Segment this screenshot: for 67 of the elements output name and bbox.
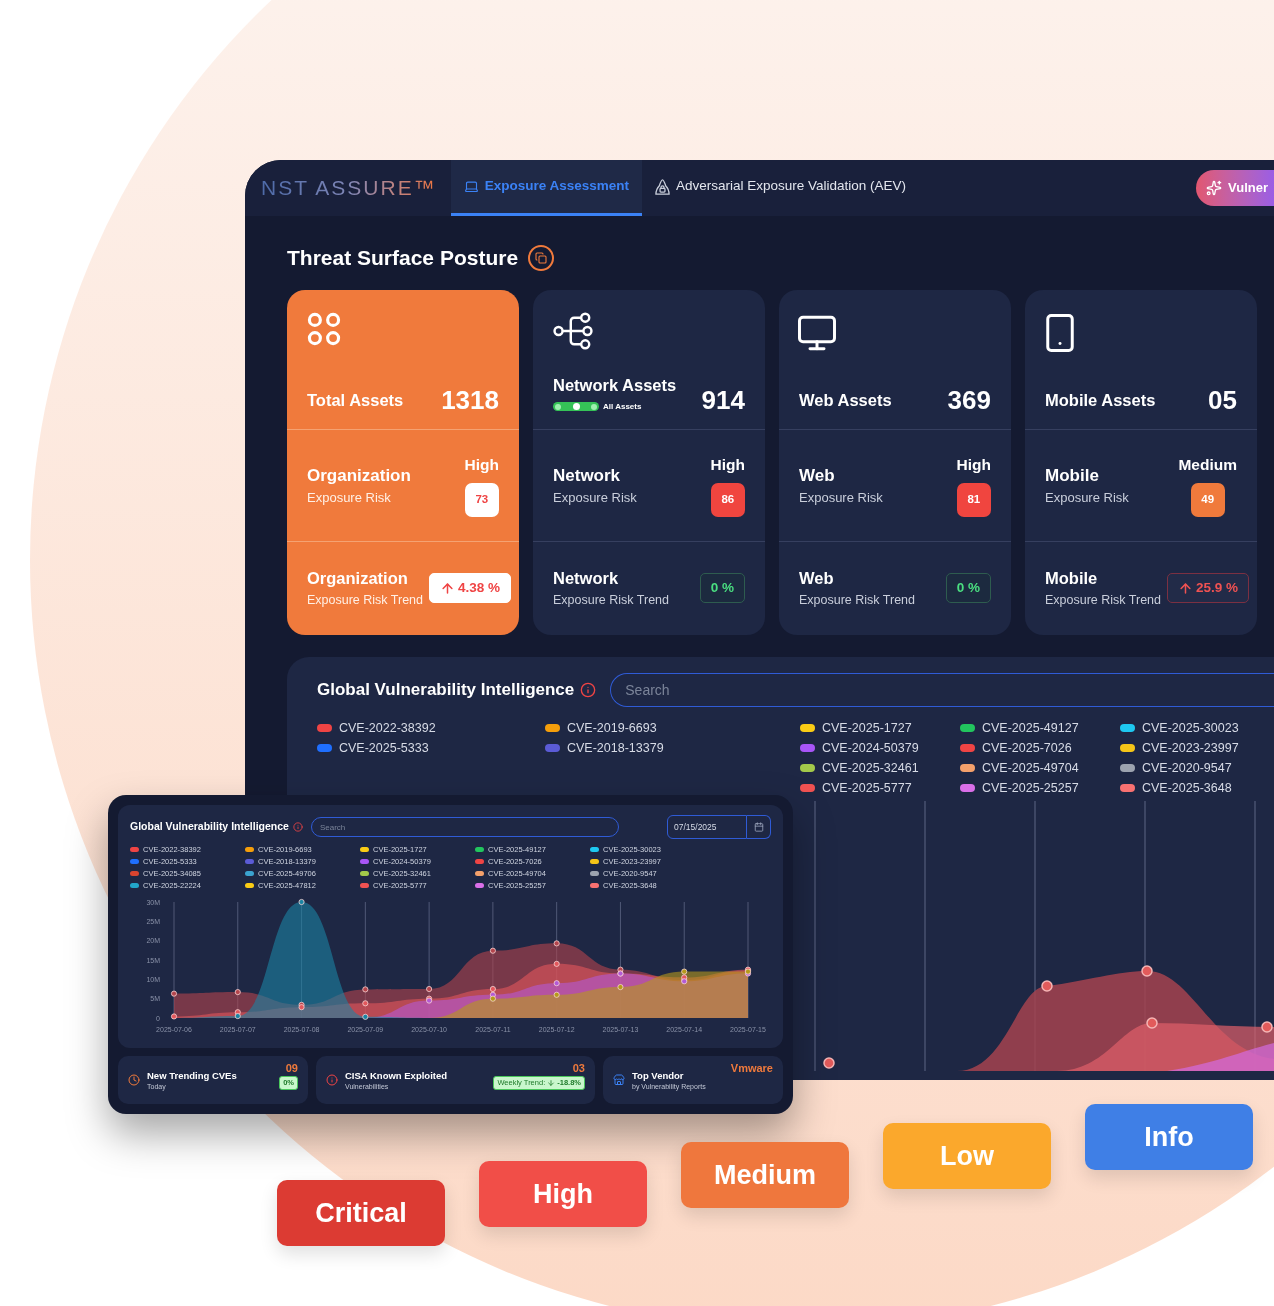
legend-label: CVE-2025-32461 (822, 760, 919, 775)
legend-label: CVE-2023-23997 (1142, 740, 1239, 755)
asset-label: Network Assets (553, 374, 677, 396)
stat-value: 03 (572, 1062, 585, 1074)
severity-tag: Medium (681, 1142, 849, 1208)
legend-label: CVE-2025-3648 (1142, 780, 1232, 795)
legend-label: CVE-2025-5333 (339, 740, 429, 755)
stat-value: Vmware (730, 1062, 773, 1074)
trend-name: Network (553, 568, 620, 590)
risk-rating: High (956, 455, 991, 476)
risk-name: Network (553, 464, 622, 487)
trend-value: 25.9 % (1196, 578, 1239, 597)
legend-label: CVE-2025-49127 (982, 720, 1079, 735)
risk-name: Organization (307, 464, 411, 487)
severity-tag: Low (883, 1123, 1051, 1189)
section-title: Global Vulnerability Intelligence (317, 678, 575, 701)
risk-label: Exposure Risk (307, 489, 392, 507)
risk-label: Exposure Risk (1045, 489, 1129, 507)
legend-label: CVE-2025-25257 (982, 780, 1079, 795)
asset-count: 05 (1208, 386, 1237, 413)
trend-value: 0 % (710, 578, 734, 597)
risk-score-badge: 49 (1190, 482, 1225, 517)
legend-label: CVE-2025-49704 (982, 760, 1079, 775)
asset-label: Web Assets (799, 389, 892, 411)
asset-count: 914 (701, 386, 745, 413)
risk-rating: High (464, 455, 499, 476)
risk-score-badge: 86 (710, 482, 745, 517)
risk-rating: High (710, 455, 745, 476)
legend-label: CVE-2020-9547 (1142, 760, 1232, 775)
risk-label: Exposure Risk (799, 489, 883, 507)
legend-label: CVE-2022-38392 (339, 720, 436, 735)
legend-label: CVE-2018-13379 (567, 740, 664, 755)
risk-label: Exposure Risk (553, 489, 637, 507)
trend-name: Organization (307, 568, 409, 590)
legend-label: CVE-2025-5777 (822, 780, 912, 795)
section-title: Threat Surface Posture (287, 245, 519, 271)
asset-label: Total Assets (307, 389, 404, 411)
severity-tag: High (479, 1161, 647, 1227)
severity-tag: Critical (277, 1180, 445, 1246)
severity-tag: Info (1085, 1104, 1253, 1170)
risk-rating: Medium (1178, 455, 1237, 476)
legend-label: CVE-2025-30023 (1142, 720, 1239, 735)
filter-label: All Assets (603, 400, 642, 413)
risk-name: Mobile (1045, 464, 1100, 487)
asset-label: Mobile Assets (1045, 389, 1156, 411)
section-title: Global Vulnerability Intelligence (130, 819, 289, 835)
risk-score-badge: 81 (956, 482, 991, 517)
trend-name: Mobile (1045, 568, 1099, 590)
trend-label: Exposure Risk Trend (553, 592, 670, 609)
trend-value: 4.38 % (458, 578, 501, 597)
trend-label: Exposure Risk Trend (1045, 592, 1162, 609)
legend-label: CVE-2024-50379 (822, 740, 919, 755)
legend-label: CVE-2025-7026 (982, 740, 1072, 755)
legend-label: CVE-2019-6693 (567, 720, 657, 735)
trend-label: Exposure Risk Trend (307, 592, 424, 609)
stat-title: CISA Known Exploited (345, 1069, 449, 1082)
stat-value: 09 (285, 1062, 298, 1074)
trend-name: Web (799, 568, 835, 590)
risk-score-badge: 73 (464, 482, 499, 517)
asset-count: 1318 (441, 386, 499, 413)
risk-name: Web (799, 464, 836, 487)
trend-label: Exposure Risk Trend (799, 592, 916, 609)
asset-count: 369 (947, 386, 991, 413)
legend-label: CVE-2025-1727 (822, 720, 912, 735)
stat-title: New Trending CVEs (147, 1069, 238, 1082)
stat-title: Top Vendor (632, 1069, 685, 1082)
trend-value: 0 % (956, 578, 980, 597)
